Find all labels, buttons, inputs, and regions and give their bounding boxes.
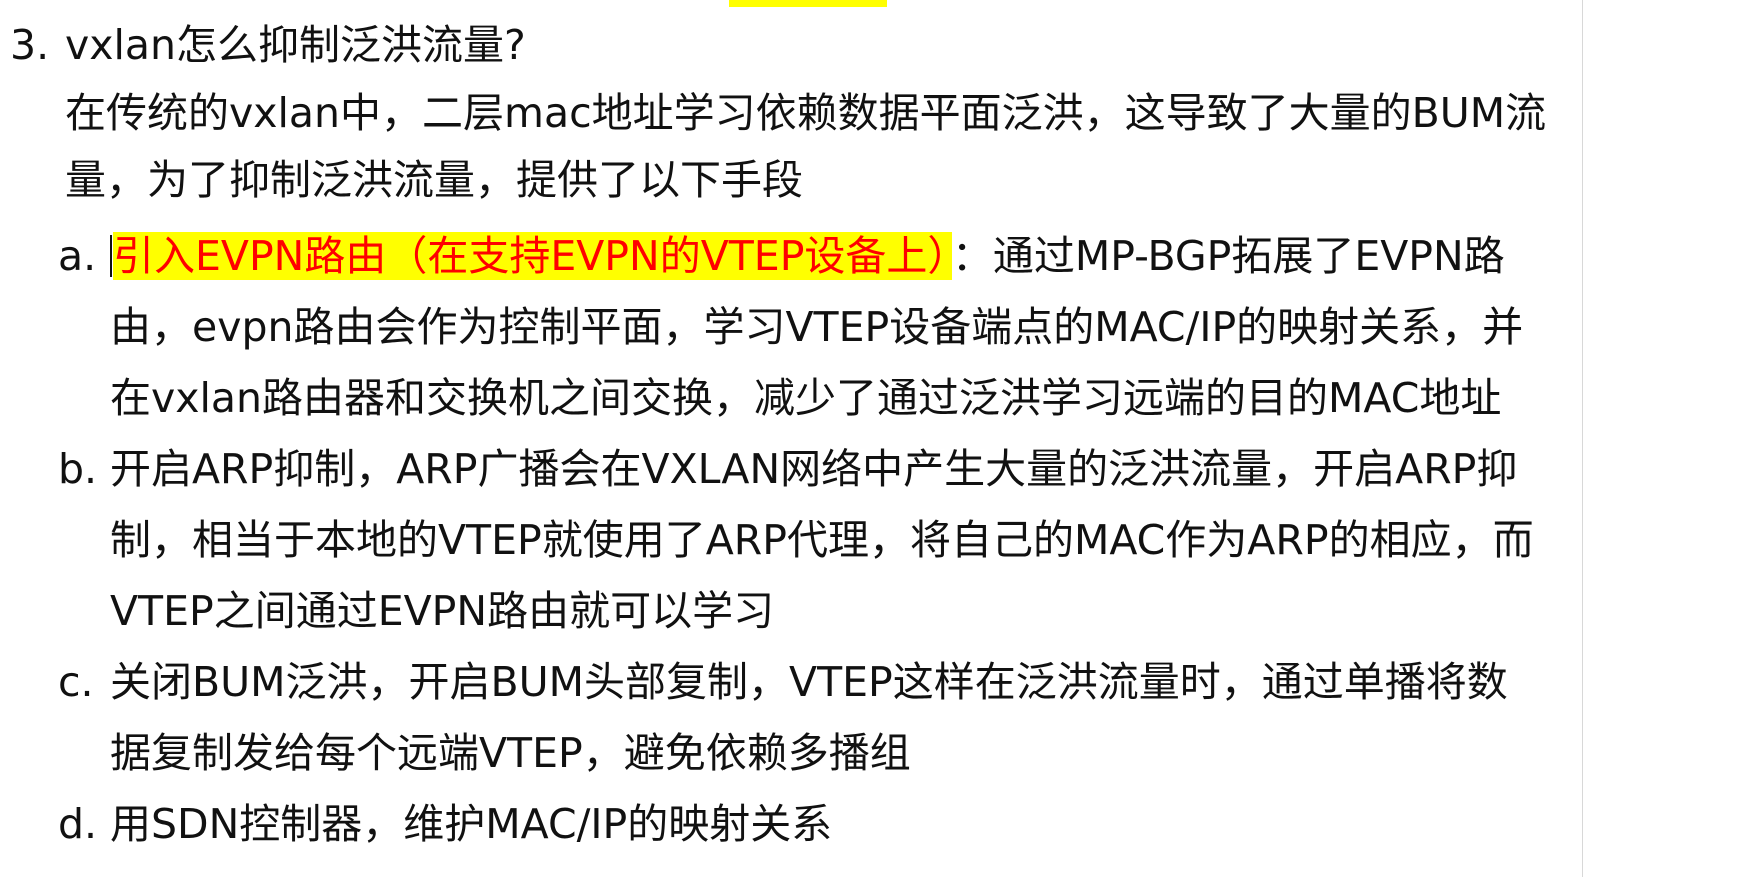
item-c-marker: c. (58, 658, 94, 706)
item-a-marker: a. (58, 232, 97, 280)
item-c-line-1: 关闭BUM泛洪，开启BUM头部复制，VTEP这样在泛洪流量时，通过单播将数 (110, 658, 1508, 706)
item-b-line-3: VTEP之间通过EVPN路由就可以学习 (110, 587, 775, 635)
document-body: 3. vxlan怎么抑制泛洪流量? 在传统的vxlan中，二层mac地址学习依赖… (0, 0, 1582, 877)
item-d-line-1: 用SDN控制器，维护MAC/IP的映射关系 (110, 800, 833, 848)
item-b-marker: b. (58, 445, 98, 493)
item-a-highlighted-text: 引入EVPN路由（在支持EVPN的VTEP设备上） (113, 232, 952, 280)
question-number: 3. (10, 21, 50, 69)
item-d-marker: d. (58, 800, 98, 848)
item-a-line-2: 由，evpn路由会作为控制平面，学习VTEP设备端点的MAC/IP的映射关系，并 (110, 303, 1524, 351)
item-a-line-3: 在vxlan路由器和交换机之间交换，减少了通过泛洪学习远端的目的MAC地址 (110, 374, 1502, 422)
page-border (1582, 0, 1583, 877)
item-a-line-1-rest: ：通过MP-BGP拓展了EVPN路 (951, 232, 1505, 280)
item-c-line-2: 据复制发给每个远端VTEP，避免依赖多播组 (110, 729, 911, 777)
intro-line-1: 在传统的vxlan中，二层mac地址学习依赖数据平面泛洪，这导致了大量的BUM流 (65, 89, 1547, 137)
item-b-line-2: 制，相当于本地的VTEP就使用了ARP代理，将自己的MAC作为ARP的相应，而 (110, 516, 1534, 564)
intro-line-2: 量，为了抑制泛洪流量，提供了以下手段 (65, 156, 803, 204)
item-a-line-1: 引入EVPN路由（在支持EVPN的VTEP设备上）：通过MP-BGP拓展了EVP… (110, 229, 1505, 283)
item-b-line-1: 开启ARP抑制，ARP广播会在VXLAN网络中产生大量的泛洪流量，开启ARP抑 (110, 445, 1518, 493)
question-title: vxlan怎么抑制泛洪流量? (65, 21, 526, 69)
text-cursor (110, 235, 112, 277)
